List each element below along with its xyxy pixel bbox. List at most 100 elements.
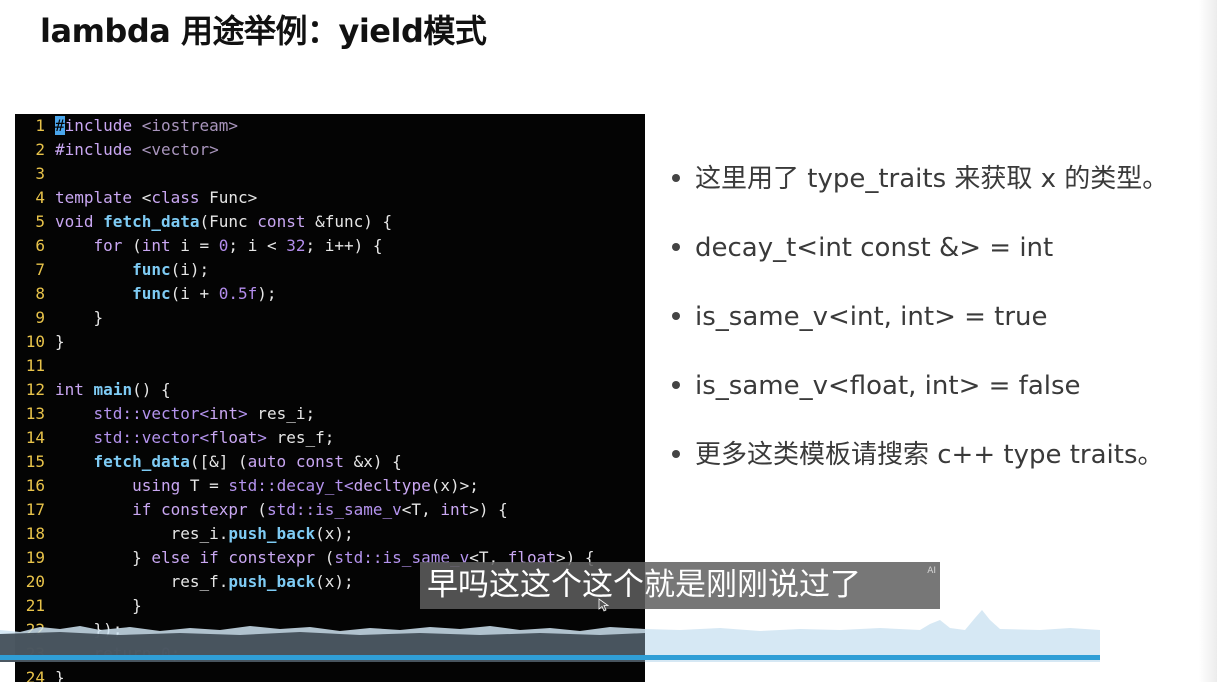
bullet-item: is_same_v<float, int> = false bbox=[672, 368, 1212, 404]
code-token: class bbox=[151, 188, 200, 207]
code-line: 2 #include <vector> bbox=[15, 138, 645, 162]
code-token: Func> bbox=[199, 188, 258, 207]
code-token: const bbox=[257, 212, 306, 231]
line-number: 2 bbox=[35, 140, 45, 159]
code-token: } bbox=[55, 668, 65, 682]
code-line: 12 int main() { bbox=[15, 378, 645, 402]
right-edge-shadow bbox=[1199, 0, 1217, 682]
code-token: std::is_same_v bbox=[266, 500, 402, 519]
line-number: 15 bbox=[25, 452, 45, 471]
bullet-dot-icon bbox=[672, 312, 680, 320]
code-token: include bbox=[64, 116, 133, 135]
bullet-dot-icon bbox=[672, 174, 680, 182]
code-token: main bbox=[93, 380, 133, 399]
code-token: 0 bbox=[218, 236, 229, 255]
line-number: 17 bbox=[25, 500, 45, 519]
bullet-text: 更多这类模板请搜索 c++ type traits。 bbox=[695, 440, 1164, 470]
ai-badge: AI bbox=[927, 566, 936, 576]
code-line: 9 } bbox=[15, 306, 645, 330]
code-token: <vector> bbox=[141, 140, 219, 159]
code-token: (Func bbox=[199, 212, 258, 231]
code-token: <iostream> bbox=[141, 116, 239, 135]
code-token: >) { bbox=[469, 500, 508, 519]
code-line: 5 void fetch_data(Func const &func) { bbox=[15, 210, 645, 234]
subtitle-text: 早吗这这个这个就是刚刚说过了 bbox=[427, 567, 861, 603]
bullet-dot-icon bbox=[672, 450, 680, 458]
code-token: push_back bbox=[228, 524, 316, 543]
code-token: for bbox=[93, 236, 123, 255]
line-number: 7 bbox=[35, 260, 45, 279]
code-token: int bbox=[141, 236, 171, 255]
bullet-item: is_same_v<int, int> = true bbox=[672, 299, 1212, 335]
code-token: # bbox=[55, 116, 65, 135]
code-token: using bbox=[132, 476, 181, 495]
code-token: (x); bbox=[315, 524, 354, 543]
code-token: i = bbox=[170, 236, 219, 255]
code-token: ( bbox=[247, 500, 267, 519]
line-number: 18 bbox=[25, 524, 45, 543]
progress-waveform[interactable] bbox=[0, 600, 1100, 662]
code-token: } bbox=[55, 548, 152, 567]
code-token: ; i++) { bbox=[305, 236, 383, 255]
code-line: 15 fetch_data([&] (auto const &x) { bbox=[15, 450, 645, 474]
code-line: 13 std::vector<int> res_i; bbox=[15, 402, 645, 426]
line-number: 5 bbox=[35, 212, 45, 231]
code-token: () { bbox=[132, 380, 171, 399]
code-token: (x)>; bbox=[430, 476, 479, 495]
code-token: int bbox=[440, 500, 470, 519]
line-number: 11 bbox=[25, 356, 45, 375]
code-token: #include bbox=[55, 140, 133, 159]
code-token: > bbox=[238, 404, 248, 423]
code-token: res_i. bbox=[55, 524, 229, 543]
line-number: 4 bbox=[35, 188, 45, 207]
code-token: &func) { bbox=[305, 212, 393, 231]
line-number: 6 bbox=[35, 236, 45, 255]
code-token: if bbox=[199, 548, 219, 567]
line-number: 13 bbox=[25, 404, 45, 423]
line-number: 1 bbox=[35, 116, 45, 135]
line-number: 9 bbox=[35, 308, 45, 327]
code-token: int bbox=[55, 380, 84, 399]
subtitle-box: 早吗这这个这个就是刚刚说过了 AI bbox=[420, 562, 940, 609]
bullet-item: 更多这类模板请搜索 c++ type traits。 bbox=[672, 437, 1212, 473]
code-token: auto bbox=[247, 452, 287, 471]
code-token: int bbox=[209, 404, 239, 423]
code-token: > bbox=[257, 428, 267, 447]
line-number: 24 bbox=[25, 668, 45, 682]
code-token: func bbox=[132, 260, 171, 279]
bullet-item: decay_t<int const &> = int bbox=[672, 230, 1212, 266]
code-token: ); bbox=[257, 284, 277, 303]
code-token: 0.5f bbox=[218, 284, 258, 303]
code-token: } bbox=[55, 332, 65, 351]
line-number: 10 bbox=[25, 332, 45, 351]
code-token: void bbox=[55, 212, 94, 231]
code-token: } bbox=[55, 308, 104, 327]
code-token: std::vector< bbox=[93, 404, 210, 423]
line-number: 12 bbox=[25, 380, 45, 399]
code-line: 11 bbox=[15, 354, 645, 378]
code-line: 14 std::vector<float> res_f; bbox=[15, 426, 645, 450]
code-token: res_f. bbox=[55, 572, 229, 591]
code-token: if bbox=[132, 500, 152, 519]
code-line: 10} bbox=[15, 330, 645, 354]
code-token: std::vector< bbox=[93, 428, 210, 447]
code-token: decltype bbox=[353, 476, 431, 495]
code-line: 18 res_i.push_back(x); bbox=[15, 522, 645, 546]
code-token: ; i < bbox=[228, 236, 287, 255]
progress-bar[interactable] bbox=[0, 655, 1100, 660]
code-token: else bbox=[151, 548, 190, 567]
code-token: const bbox=[295, 452, 344, 471]
code-token: res_f; bbox=[266, 428, 335, 447]
code-line: 4 template <class Func> bbox=[15, 186, 645, 210]
code-token: std::decay_t< bbox=[228, 476, 354, 495]
